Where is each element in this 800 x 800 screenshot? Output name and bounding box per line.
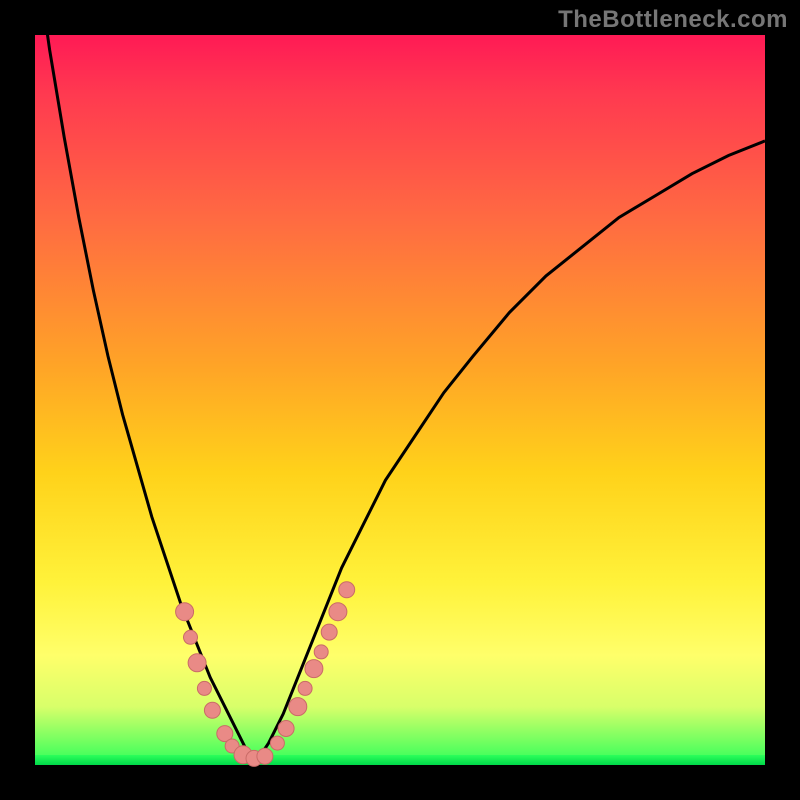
chart-container: TheBottleneck.com xyxy=(0,0,800,800)
watermark-text: TheBottleneck.com xyxy=(558,6,788,34)
plot-area xyxy=(35,35,765,765)
plot-baseline-strip xyxy=(35,755,765,765)
